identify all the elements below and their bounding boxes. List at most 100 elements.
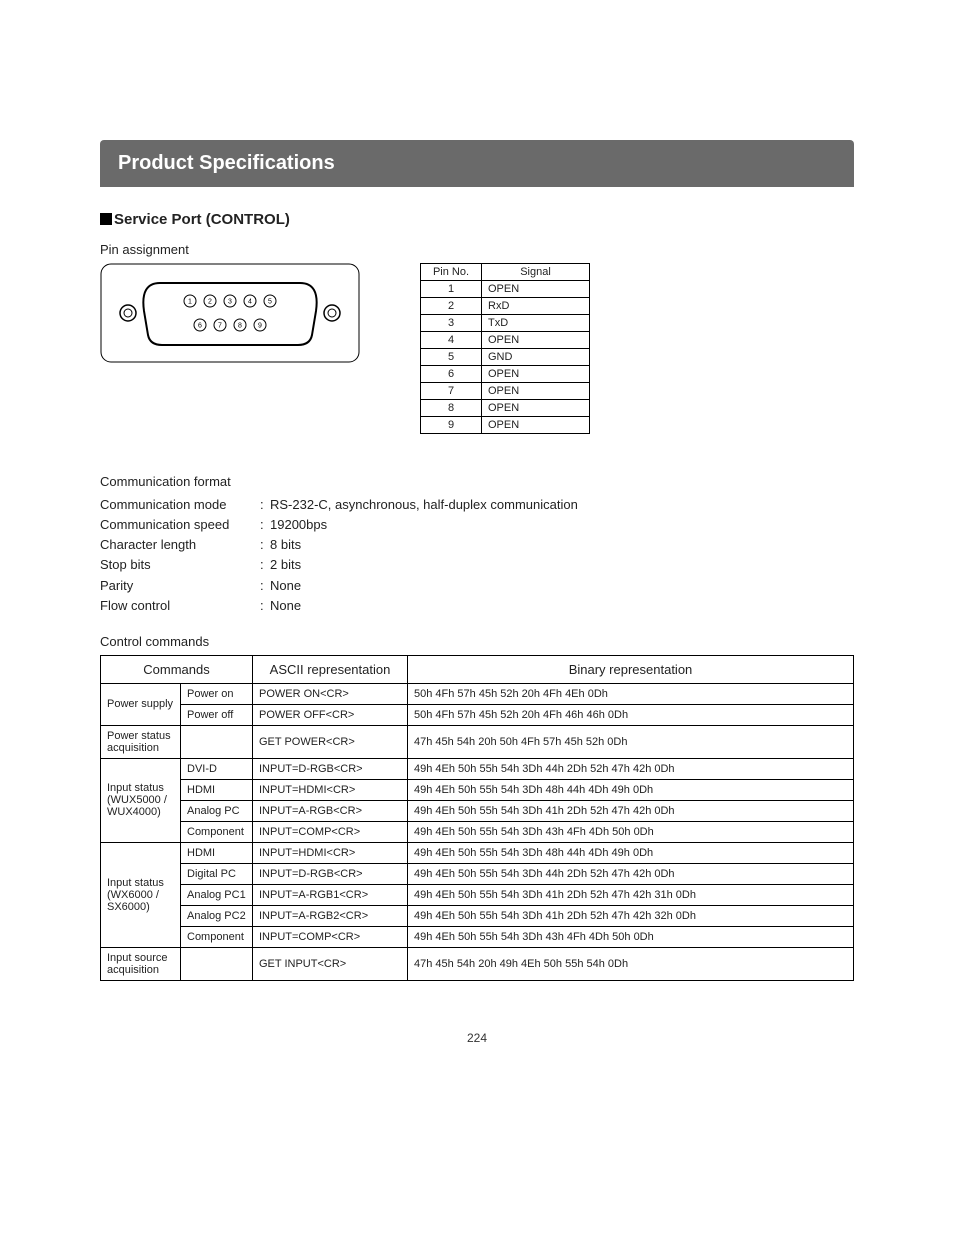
command-category-cell: Input status (WX6000 / SX6000) bbox=[101, 842, 181, 947]
binary-cell: 49h 4Eh 50h 55h 54h 3Dh 48h 44h 4Dh 49h … bbox=[408, 779, 854, 800]
table-row: Analog PCINPUT=A-RGB<CR>49h 4Eh 50h 55h … bbox=[101, 800, 854, 821]
table-row: Digital PCINPUT=D-RGB<CR>49h 4Eh 50h 55h… bbox=[101, 863, 854, 884]
binary-cell: 50h 4Fh 57h 45h 52h 20h 4Fh 4Eh 0Dh bbox=[408, 683, 854, 704]
binary-cell: 49h 4Eh 50h 55h 54h 3Dh 41h 2Dh 52h 47h … bbox=[408, 905, 854, 926]
ascii-cell: POWER ON<CR> bbox=[253, 683, 408, 704]
comm-colon: : bbox=[260, 495, 270, 515]
svg-text:5: 5 bbox=[268, 299, 272, 306]
pin-cell: 6 bbox=[421, 366, 482, 383]
table-row: Power supplyPower onPOWER ON<CR>50h 4Fh … bbox=[101, 683, 854, 704]
comm-value: None bbox=[270, 576, 301, 596]
signal-cell: GND bbox=[482, 349, 590, 366]
table-row: Power status acquisitionGET POWER<CR>47h… bbox=[101, 725, 854, 758]
table-row: ComponentINPUT=COMP<CR>49h 4Eh 50h 55h 5… bbox=[101, 821, 854, 842]
pin-header: Pin No. bbox=[421, 264, 482, 281]
table-row: Analog PC2INPUT=A-RGB2<CR>49h 4Eh 50h 55… bbox=[101, 905, 854, 926]
ascii-cell: INPUT=D-RGB<CR> bbox=[253, 758, 408, 779]
command-sub-cell: Digital PC bbox=[181, 863, 253, 884]
comm-colon: : bbox=[260, 555, 270, 575]
binary-cell: 47h 45h 54h 20h 49h 4Eh 50h 55h 54h 0Dh bbox=[408, 947, 854, 980]
command-category-cell: Input status (WUX5000 / WUX4000) bbox=[101, 758, 181, 842]
table-header-row: Pin No. Signal bbox=[421, 264, 590, 281]
svg-text:7: 7 bbox=[218, 323, 222, 330]
pin-cell: 5 bbox=[421, 349, 482, 366]
signal-cell: OPEN bbox=[482, 383, 590, 400]
pin-cell: 3 bbox=[421, 315, 482, 332]
comm-label: Communication speed bbox=[100, 515, 260, 535]
svg-text:1: 1 bbox=[188, 299, 192, 306]
svg-text:3: 3 bbox=[228, 299, 232, 306]
binary-cell: 49h 4Eh 50h 55h 54h 3Dh 44h 2Dh 52h 47h … bbox=[408, 758, 854, 779]
command-sub-cell: Power on bbox=[181, 683, 253, 704]
comm-colon: : bbox=[260, 515, 270, 535]
comm-row: Parity: None bbox=[100, 576, 854, 596]
signal-cell: OPEN bbox=[482, 417, 590, 434]
comm-label: Communication mode bbox=[100, 495, 260, 515]
command-sub-cell bbox=[181, 947, 253, 980]
table-row: Input status (WX6000 / SX6000)HDMIINPUT=… bbox=[101, 842, 854, 863]
table-row: Analog PC1INPUT=A-RGB1<CR>49h 4Eh 50h 55… bbox=[101, 884, 854, 905]
comm-label: Stop bits bbox=[100, 555, 260, 575]
table-row: 6OPEN bbox=[421, 366, 590, 383]
command-sub-cell: DVI-D bbox=[181, 758, 253, 779]
svg-text:9: 9 bbox=[258, 323, 262, 330]
command-sub-cell: HDMI bbox=[181, 842, 253, 863]
command-sub-cell: Analog PC bbox=[181, 800, 253, 821]
command-category-cell: Input source acquisition bbox=[101, 947, 181, 980]
command-category-cell: Power supply bbox=[101, 683, 181, 725]
table-row: ComponentINPUT=COMP<CR>49h 4Eh 50h 55h 5… bbox=[101, 926, 854, 947]
table-row: Input source acquisition GET INPUT<CR>47h… bbox=[101, 947, 854, 980]
signal-cell: OPEN bbox=[482, 400, 590, 417]
table-row: Input status (WUX5000 / WUX4000)DVI-DINP… bbox=[101, 758, 854, 779]
comm-value: 19200bps bbox=[270, 515, 327, 535]
comm-row: Communication speed: 19200bps bbox=[100, 515, 854, 535]
comm-value: RS-232-C, asynchronous, half-duplex comm… bbox=[270, 495, 578, 515]
binary-header: Binary representation bbox=[408, 655, 854, 683]
binary-cell: 47h 45h 54h 20h 50h 4Fh 57h 45h 52h 0Dh bbox=[408, 725, 854, 758]
signal-cell: RxD bbox=[482, 298, 590, 315]
signal-header: Signal bbox=[482, 264, 590, 281]
comm-row: Stop bits: 2 bits bbox=[100, 555, 854, 575]
section-header-text: Service Port (CONTROL) bbox=[114, 211, 290, 228]
svg-text:4: 4 bbox=[248, 299, 252, 306]
signal-cell: OPEN bbox=[482, 332, 590, 349]
comm-row: Flow control: None bbox=[100, 596, 854, 616]
comm-row: Communication mode: RS-232-C, asynchrono… bbox=[100, 495, 854, 515]
comm-value: 2 bits bbox=[270, 555, 301, 575]
table-row: 5GND bbox=[421, 349, 590, 366]
pin-cell: 9 bbox=[421, 417, 482, 434]
pin-cell: 7 bbox=[421, 383, 482, 400]
command-sub-cell: Power off bbox=[181, 704, 253, 725]
comm-format-block: Communication mode: RS-232-C, asynchrono… bbox=[100, 495, 854, 616]
pin-cell: 8 bbox=[421, 400, 482, 417]
table-row: 3TxD bbox=[421, 315, 590, 332]
ascii-cell: INPUT=COMP<CR> bbox=[253, 926, 408, 947]
binary-cell: 49h 4Eh 50h 55h 54h 3Dh 48h 44h 4Dh 49h … bbox=[408, 842, 854, 863]
binary-cell: 49h 4Eh 50h 55h 54h 3Dh 44h 2Dh 52h 47h … bbox=[408, 863, 854, 884]
ascii-cell: GET POWER<CR> bbox=[253, 725, 408, 758]
control-commands-table: Commands ASCII representation Binary rep… bbox=[100, 655, 854, 981]
ascii-cell: GET INPUT<CR> bbox=[253, 947, 408, 980]
comm-colon: : bbox=[260, 576, 270, 596]
svg-text:8: 8 bbox=[238, 323, 242, 330]
ascii-header: ASCII representation bbox=[253, 655, 408, 683]
command-sub-cell: Analog PC2 bbox=[181, 905, 253, 926]
pin-assignment-heading: Pin assignment bbox=[100, 242, 854, 257]
binary-cell: 50h 4Fh 57h 45h 52h 20h 4Fh 46h 46h 0Dh bbox=[408, 704, 854, 725]
control-commands-heading: Control commands bbox=[100, 634, 854, 649]
pin-cell: 1 bbox=[421, 281, 482, 298]
pin-cell: 4 bbox=[421, 332, 482, 349]
command-sub-cell bbox=[181, 725, 253, 758]
signal-cell: OPEN bbox=[482, 281, 590, 298]
signal-cell: OPEN bbox=[482, 366, 590, 383]
page-title: Product Specifications bbox=[100, 140, 854, 187]
ascii-cell: POWER OFF<CR> bbox=[253, 704, 408, 725]
ascii-cell: INPUT=HDMI<CR> bbox=[253, 842, 408, 863]
table-row: 2RxD bbox=[421, 298, 590, 315]
binary-cell: 49h 4Eh 50h 55h 54h 3Dh 41h 2Dh 52h 47h … bbox=[408, 884, 854, 905]
svg-text:6: 6 bbox=[198, 323, 202, 330]
pin-assignment-table: Pin No. Signal 1OPEN2RxD3TxD4OPEN5GND6OP… bbox=[420, 263, 590, 434]
table-row: 8OPEN bbox=[421, 400, 590, 417]
db9-connector-diagram: 1 2 3 4 5 6 7 8 9 bbox=[100, 263, 360, 368]
table-row: 7OPEN bbox=[421, 383, 590, 400]
